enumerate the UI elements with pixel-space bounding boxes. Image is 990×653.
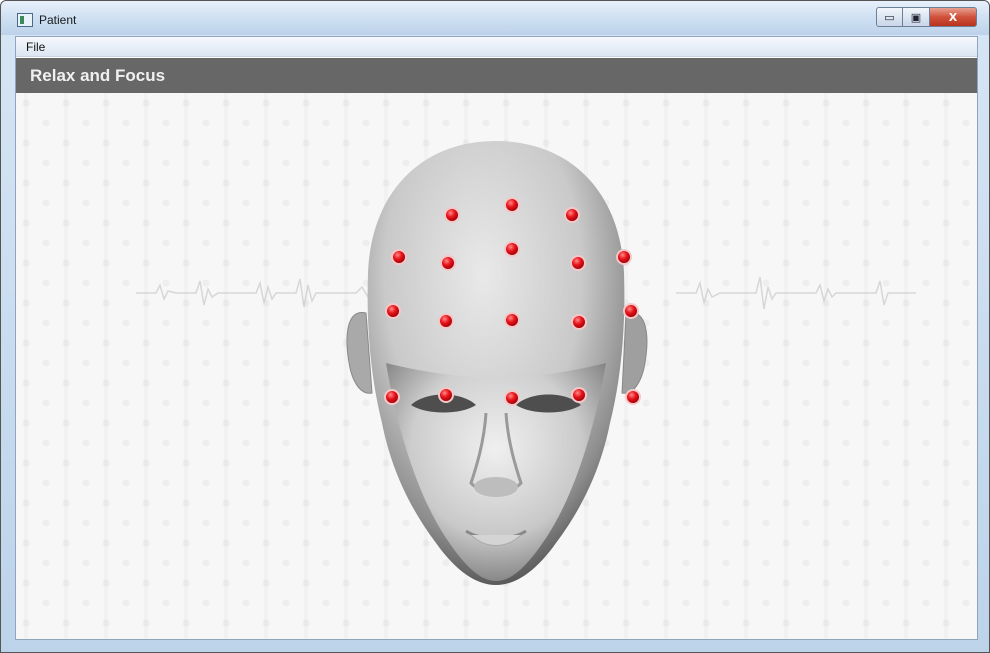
electrode bbox=[440, 255, 456, 271]
nose-tip bbox=[474, 477, 518, 497]
app-window: Patient ▭ ▣ X File Relax and Focus bbox=[0, 0, 990, 653]
electrode bbox=[564, 207, 580, 223]
title-bar[interactable]: Patient ▭ ▣ X bbox=[1, 1, 989, 35]
left-ear bbox=[346, 312, 373, 394]
electrode bbox=[504, 312, 520, 328]
electrode bbox=[625, 389, 641, 405]
menu-file[interactable]: File bbox=[26, 40, 45, 54]
right-ear bbox=[621, 312, 648, 394]
window-title: Patient bbox=[39, 13, 77, 27]
electrode bbox=[570, 255, 586, 271]
app-icon bbox=[17, 13, 33, 27]
electrode bbox=[385, 303, 401, 319]
electrode bbox=[623, 303, 639, 319]
maximize-icon: ▣ bbox=[910, 10, 922, 24]
neurofeedback-canvas bbox=[16, 93, 977, 639]
electrode bbox=[616, 249, 632, 265]
minimize-button[interactable]: ▭ bbox=[876, 7, 903, 27]
minimize-icon: ▭ bbox=[884, 10, 895, 24]
maximize-button[interactable]: ▣ bbox=[903, 7, 930, 27]
electrode bbox=[504, 197, 520, 213]
page-header: Relax and Focus bbox=[16, 58, 977, 93]
electrode bbox=[571, 314, 587, 330]
electrode bbox=[504, 390, 520, 406]
electrode bbox=[504, 241, 520, 257]
electrode bbox=[438, 313, 454, 329]
page-title: Relax and Focus bbox=[30, 66, 166, 85]
client-area: File Relax and Focus bbox=[15, 36, 978, 640]
menu-bar: File bbox=[16, 37, 977, 57]
electrode bbox=[438, 387, 454, 403]
head-model-illustration bbox=[346, 141, 648, 585]
electrode bbox=[384, 389, 400, 405]
close-button[interactable]: X bbox=[930, 7, 977, 27]
close-icon: X bbox=[948, 10, 958, 24]
electrode bbox=[391, 249, 407, 265]
electrode bbox=[444, 207, 460, 223]
electrode bbox=[571, 387, 587, 403]
